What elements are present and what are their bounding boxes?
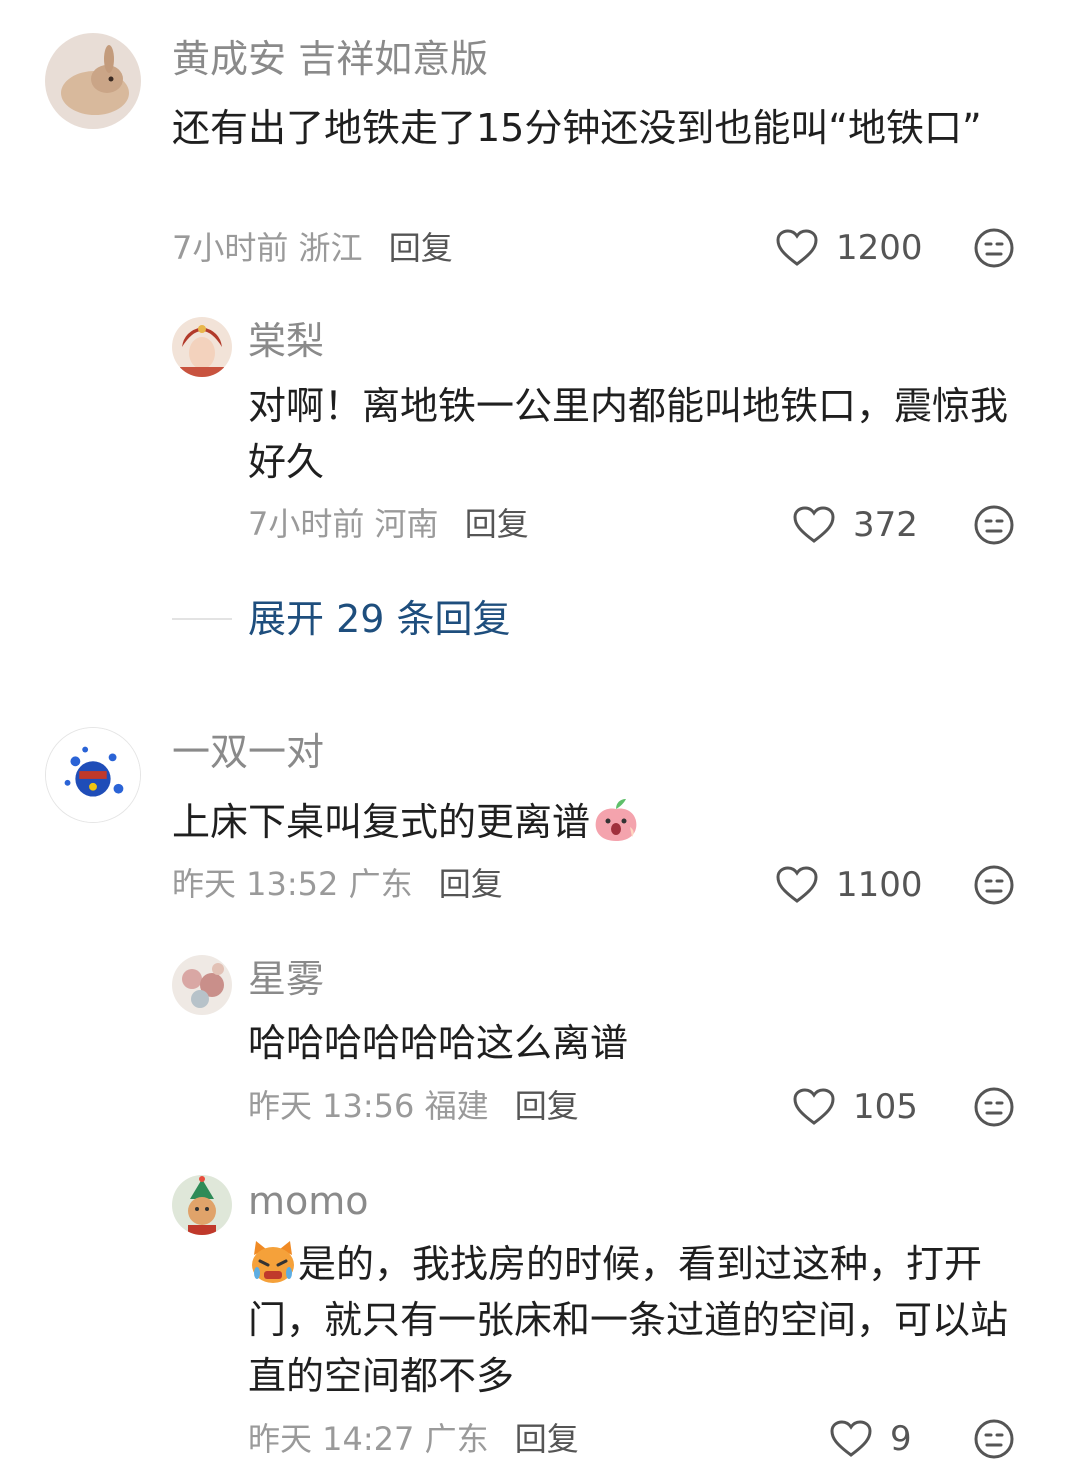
expand-replies-link[interactable]: 展开 29 条回复 xyxy=(248,600,511,638)
reply-text-content: 是的，我找房的时候，看到过这种，打开门，就只有一张床和一条过道的空间，可以站直的… xyxy=(248,1242,1009,1398)
avatar[interactable] xyxy=(45,33,141,129)
reply-time: 昨天 13:56 xyxy=(248,1087,415,1125)
avatar[interactable] xyxy=(172,1175,232,1235)
heart-outline-icon xyxy=(776,866,818,903)
comment-author[interactable]: 一双一对 xyxy=(172,733,324,771)
reply-location: 福建 xyxy=(424,1087,489,1125)
like-button[interactable]: 1100 xyxy=(776,866,923,904)
heart-outline-icon xyxy=(793,1088,835,1125)
like-button[interactable]: 1200 xyxy=(776,229,923,267)
reply-button[interactable]: 回复 xyxy=(439,865,503,903)
heart-outline-icon xyxy=(776,229,818,266)
comment-time: 7小时前 xyxy=(172,229,289,267)
reply-button[interactable]: 回复 xyxy=(465,505,529,543)
meh-face-icon[interactable] xyxy=(973,1086,1015,1128)
comment-text: 还有出了地铁走了15分钟还没到也能叫“地铁口” xyxy=(172,106,982,150)
like-count: 372 xyxy=(853,505,918,545)
comment-text-content: 上床下桌叫复式的更离谱 xyxy=(172,800,591,844)
avatar[interactable] xyxy=(45,727,141,823)
reply-meta: 7小时前 河南 回复 xyxy=(248,508,529,540)
like-button[interactable]: 105 xyxy=(793,1088,918,1126)
reply-text: 哈哈哈哈哈哈这么离谱 xyxy=(248,1021,629,1065)
like-button[interactable]: 372 xyxy=(793,506,918,544)
reply-button[interactable]: 回复 xyxy=(515,1087,579,1125)
meh-face-icon[interactable] xyxy=(973,227,1015,269)
reply-meta: 昨天 13:56 福建 回复 xyxy=(248,1090,579,1122)
reply-time: 7小时前 xyxy=(248,505,365,543)
reply-button[interactable]: 回复 xyxy=(515,1420,579,1458)
comment-time: 昨天 13:52 xyxy=(172,865,339,903)
reply-author[interactable]: 星雾 xyxy=(248,960,324,998)
reply-location: 河南 xyxy=(374,505,439,543)
like-button[interactable]: 9 xyxy=(830,1420,912,1458)
reply-time: 昨天 14:27 xyxy=(248,1420,415,1458)
meh-face-icon[interactable] xyxy=(973,504,1015,546)
meh-face-icon[interactable] xyxy=(973,1418,1015,1460)
reply-text: 对啊！离地铁一公里内都能叫地铁口，震惊我好久 xyxy=(248,384,1009,484)
reply-author[interactable]: momo xyxy=(248,1182,369,1220)
comment-meta: 7小时前 浙江 回复 xyxy=(172,232,453,264)
comment-location: 浙江 xyxy=(298,229,363,267)
divider xyxy=(172,618,232,620)
comment-location: 广东 xyxy=(348,865,413,903)
comment-author[interactable]: 黄成安 吉祥如意版 xyxy=(172,40,488,78)
comment-text: 上床下桌叫复式的更离谱 xyxy=(172,794,1022,850)
like-count: 1200 xyxy=(836,228,923,268)
reply-button[interactable]: 回复 xyxy=(389,229,453,267)
reply-text: 是的，我找房的时候，看到过这种，打开门，就只有一张床和一条过道的空间，可以站直的… xyxy=(248,1236,1028,1404)
reply-author[interactable]: 棠梨 xyxy=(248,322,324,360)
reply-meta: 昨天 14:27 广东 回复 xyxy=(248,1423,579,1455)
shocked-peach-emoji-icon xyxy=(595,799,637,841)
heart-outline-icon xyxy=(830,1420,872,1457)
meh-face-icon[interactable] xyxy=(973,864,1015,906)
crying-cat-emoji-icon xyxy=(252,1241,294,1283)
avatar[interactable] xyxy=(172,317,232,377)
like-count: 1100 xyxy=(836,865,923,905)
reply-location: 广东 xyxy=(424,1420,489,1458)
comment-meta: 昨天 13:52 广东 回复 xyxy=(172,868,503,900)
like-count: 105 xyxy=(853,1087,918,1127)
like-count: 9 xyxy=(890,1419,912,1459)
heart-outline-icon xyxy=(793,506,835,543)
avatar[interactable] xyxy=(172,955,232,1015)
